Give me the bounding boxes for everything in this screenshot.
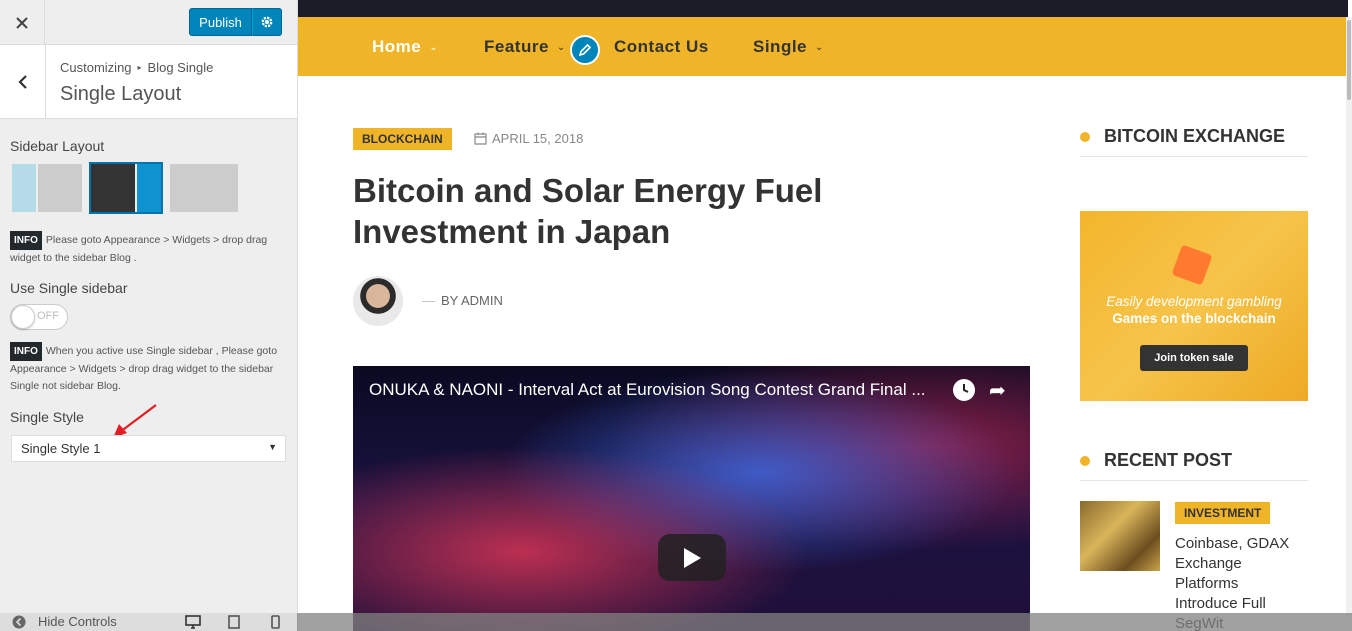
ad-line-1: Easily development gambling [1106,294,1282,309]
preview-scrollbar[interactable] [1346,17,1352,617]
ad-banner[interactable]: Easily development gambling Games on the… [1080,211,1308,401]
info-badge: INFO [10,342,42,361]
widget-title-bitcoin-exchange: BITCOIN EXCHANGE [1080,126,1285,147]
widget-title-text: BITCOIN EXCHANGE [1104,126,1286,146]
bullet-icon [1080,455,1094,466]
info-note-text: When you active use Single sidebar , Ple… [10,345,278,392]
chevron-down-icon: ⌄ [429,41,439,53]
recent-post-category-badge[interactable]: INVESTMENT [1175,502,1271,524]
author-avatar [353,276,403,326]
breadcrumb-separator-icon: ▸ [137,63,142,72]
mobile-preview-icon[interactable] [271,615,280,629]
layout-option-left-sidebar[interactable] [12,164,82,212]
calendar-icon [474,132,487,145]
toggle-knob [11,305,35,329]
nav-item-feature[interactable]: Feature ⌄ [484,37,566,57]
widget-title-recent-post: RECENT POST [1080,450,1232,471]
video-title[interactable]: ONUKA & NAONI - Interval Act at Eurovisi… [369,380,926,400]
layout-option-no-sidebar[interactable] [170,164,240,212]
collapse-arrow-icon [12,615,26,629]
breadcrumb: Customizing ▸ Blog Single [60,60,213,75]
nav-item-single[interactable]: Single ⌄ [753,37,824,57]
play-button[interactable] [658,534,726,581]
info-note-single-sidebar: INFO When you active use Single sidebar ,… [10,342,290,395]
single-style-value: Single Style 1 [21,441,101,456]
join-token-sale-button[interactable]: Join token sale [1140,345,1248,371]
widget-divider [1080,156,1308,157]
publish-button[interactable]: Publish [189,8,252,36]
layout-option-right-sidebar[interactable] [89,162,163,214]
pencil-icon [578,43,592,57]
single-style-select[interactable]: Single Style 1 ▼ [11,435,286,462]
nav-item-contact-us[interactable]: Contact Us [614,37,709,57]
recent-post-thumbnail[interactable] [1080,501,1160,571]
watch-later-icon[interactable] [953,379,975,401]
nav-label: Contact Us [614,37,709,56]
site-topbar [298,0,1348,17]
nav-label: Single [753,37,808,56]
play-icon [684,547,701,568]
back-button[interactable] [0,45,46,118]
close-icon [16,16,28,29]
hide-controls-label: Hide Controls [38,614,117,629]
site-preview: Home ⌄ Feature ⌄ Contact Us Single ⌄ BLOCKC… [298,0,1352,631]
customizer-header: Publish [0,0,297,45]
post-author[interactable]: — BY ADMIN [422,293,503,308]
section-title: Single Layout [60,83,182,105]
chevron-down-icon: ⌄ [556,41,566,53]
token-icon [1171,244,1213,286]
ad-line-2: Games on the blockchain [1112,311,1276,326]
use-single-sidebar-toggle[interactable]: OFF [10,304,68,330]
scrollbar-thumb[interactable] [1347,20,1351,100]
post-title: Bitcoin and Solar Energy Fuel Investment… [353,172,823,250]
share-icon[interactable]: ➦ [989,378,1006,403]
edit-shortcut-button[interactable] [570,35,600,65]
post-date-text: APRIL 15, 2018 [492,131,584,146]
desktop-preview-icon[interactable] [185,615,201,629]
nav-label: Feature [484,37,549,56]
post-date: APRIL 15, 2018 [474,131,583,146]
tablet-preview-icon[interactable] [228,615,240,629]
breadcrumb-root: Customizing [60,60,132,75]
chevron-down-icon: ⌄ [815,41,824,53]
use-single-sidebar-label: Use Single sidebar [10,280,128,296]
site-navbar: Home ⌄ Feature ⌄ Contact Us Single ⌄ [298,17,1348,76]
widget-divider [1080,480,1308,481]
nav-label: Home [372,37,422,56]
chevron-left-icon [17,74,27,89]
publish-settings-button[interactable] [252,8,282,36]
info-note-text: Please goto Appearance > Widgets > drop … [10,234,268,264]
video-embed[interactable]: ONUKA & NAONI - Interval Act at Eurovisi… [353,366,1030,631]
widget-title-text: RECENT POST [1104,450,1233,470]
author-dash: — [422,293,435,308]
dropdown-arrow-icon: ▼ [268,442,277,452]
section-header: Customizing ▸ Blog Single Single Layout [0,45,297,119]
post-category-badge[interactable]: BLOCKCHAIN [353,128,452,150]
bullet-icon [1080,131,1094,142]
hide-controls-bar[interactable]: Hide Controls [0,613,297,631]
nav-item-home[interactable]: Home ⌄ [372,37,438,57]
info-badge: INFO [10,231,42,250]
info-note-sidebar: INFO Please goto Appearance > Widgets > d… [10,231,290,267]
customizer-panel: Publish Customizing ▸ Blog Single Single… [0,0,298,631]
breadcrumb-current: Blog Single [147,60,214,75]
author-name: BY ADMIN [441,293,503,308]
toggle-state: OFF [37,310,59,322]
single-style-label: Single Style [10,409,84,425]
gear-icon [261,16,273,28]
close-customizer-button[interactable] [0,0,45,45]
sidebar-layout-label: Sidebar Layout [10,138,105,154]
